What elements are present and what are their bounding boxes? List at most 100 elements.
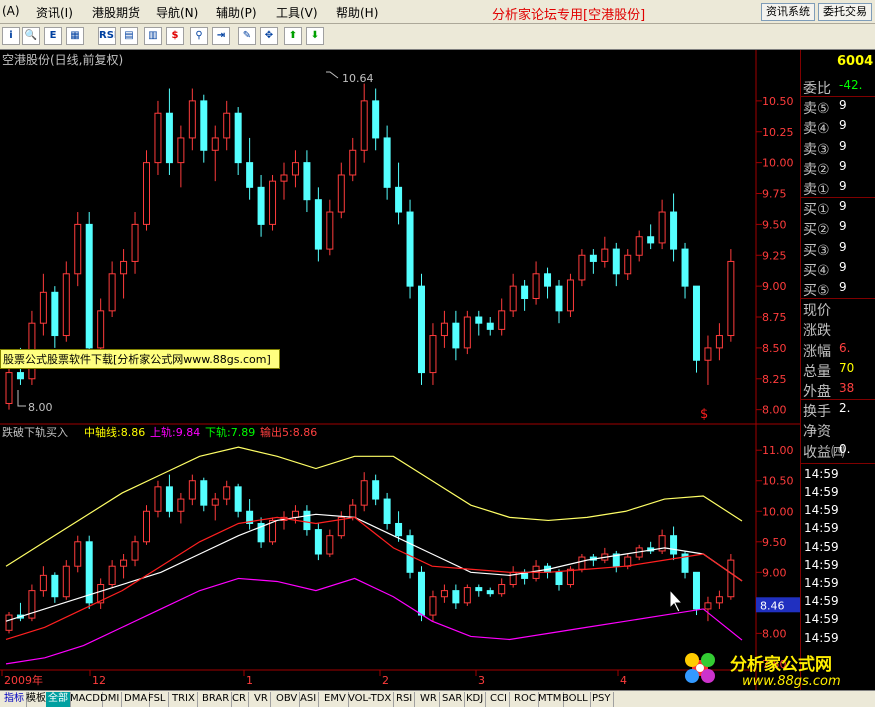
indicator-label: 下轨:7.89	[205, 425, 255, 439]
quote-row: 现价	[801, 299, 875, 319]
ad-banner[interactable]: 股票公式股票软件下载[分析家公式网www.88gs.com]	[0, 349, 280, 369]
menu-item-tools[interactable]: 工具(V)	[276, 4, 318, 21]
quote-label: 卖②	[803, 161, 830, 178]
tab-brar[interactable]: BRAR	[200, 692, 233, 707]
logo-text: 分析家公式网	[730, 654, 832, 675]
quote-value: 38	[839, 381, 855, 395]
price-tick: 9.75	[762, 188, 787, 201]
quote-value: 9	[839, 239, 847, 254]
info-icon[interactable]: i	[2, 27, 20, 45]
quote-value: 9	[839, 199, 847, 214]
quote-label: 买③	[803, 242, 830, 259]
chart-icon[interactable]: ▤	[120, 27, 138, 45]
quote-label: 卖①	[803, 182, 830, 198]
tab-boll[interactable]: BOLL	[560, 692, 591, 707]
price-tick: 9.00	[762, 566, 787, 579]
tab-roc[interactable]: ROC	[512, 692, 539, 707]
up-arrow-icon[interactable]: ⬆	[284, 27, 302, 45]
rsi-icon[interactable]: RSI	[98, 27, 116, 45]
quote-value: 9	[839, 118, 847, 133]
money-marker-icon: $	[700, 407, 708, 422]
money-icon[interactable]: $	[166, 27, 184, 45]
tab-sar[interactable]: SAR	[440, 692, 466, 707]
menu-item-hk-futures[interactable]: 港股期货	[92, 4, 140, 21]
flower-logo-icon	[685, 653, 715, 683]
candle-main	[463, 310, 471, 355]
menu-bar: (A) 资讯(I) 港股期货 导航(N) 辅助(P) 工具(V) 帮助(H) 分…	[0, 0, 875, 24]
kline-chart[interactable]: 空港股份(日线,前复权) 10.64 8.00 $ 跌破下轨买入 中轴线:8.86 上轨:9…	[0, 50, 800, 690]
tab-rsi[interactable]: RSI	[394, 692, 416, 707]
db-icon[interactable]: ▥	[144, 27, 162, 45]
edit-icon[interactable]: E	[44, 27, 62, 45]
link-icon[interactable]: ⚲	[190, 27, 208, 45]
chart-title: 空港股份(日线,前复权)	[2, 52, 123, 67]
quote-row: 收益㈣ 0.	[801, 441, 875, 461]
quote-row: 涨跌	[801, 319, 875, 339]
date-tick: 2	[382, 674, 389, 687]
quote-label: 委比	[803, 81, 831, 97]
tab-trix[interactable]: TRIX	[170, 692, 198, 707]
tab-vr[interactable]: VR	[252, 692, 271, 707]
tick-time: 14:59	[804, 612, 839, 627]
zoom-icon[interactable]: 🔍	[22, 27, 40, 45]
quote-label: 买⑤	[803, 283, 830, 299]
candle-sub	[85, 535, 93, 609]
candle-sub	[727, 554, 735, 600]
grid-icon[interactable]: ▦	[66, 27, 84, 45]
trade-button[interactable]: 委托交易	[818, 3, 872, 21]
logo: 分析家公式网 www.88gs.com	[685, 653, 841, 689]
move-icon[interactable]: ✥	[260, 27, 278, 45]
menu-item-info[interactable]: 资讯(I)	[36, 4, 73, 21]
export-icon[interactable]: ⇥	[212, 27, 230, 45]
quote-row: 卖⑤ 9	[801, 97, 875, 117]
quote-value: 9	[839, 179, 847, 193]
tick-time: 14:59	[804, 466, 839, 481]
indicator-label: 输出5:8.86	[260, 425, 317, 439]
down-arrow-icon[interactable]: ⬇	[306, 27, 324, 45]
tab-vol-tdx[interactable]: VOL-TDX	[346, 692, 395, 707]
tab-asi[interactable]: ASI	[298, 692, 320, 707]
price-tick: 9.50	[762, 218, 787, 231]
menu-item-a[interactable]: (A)	[2, 4, 20, 18]
candle-sub	[406, 529, 414, 579]
quote-label: 总量	[803, 363, 831, 380]
quote-row: 卖④ 9	[801, 117, 875, 137]
low-label: 8.00	[28, 401, 53, 414]
quote-value: 0.	[839, 441, 851, 456]
tab-emv[interactable]: EMV	[322, 692, 349, 707]
candle-main	[5, 366, 13, 410]
tab-obv[interactable]: OBV	[274, 692, 301, 707]
tab-wr[interactable]: WR	[418, 692, 440, 707]
price-tick: 8.50	[762, 342, 787, 355]
candle-sub	[62, 560, 70, 600]
quote-row: 卖③ 9	[801, 138, 875, 158]
tab-fsl[interactable]: FSL	[146, 692, 169, 707]
candle-sub	[142, 505, 150, 545]
tab-kdj[interactable]: KDJ	[464, 692, 487, 707]
tab-dmi[interactable]: DMI	[98, 692, 123, 707]
pen-icon[interactable]: ✎	[238, 27, 256, 45]
menu-item-assist[interactable]: 辅助(P)	[216, 4, 257, 21]
candle-main	[566, 273, 574, 318]
price-tick: 8.75	[762, 311, 787, 324]
quote-value: 2.	[839, 401, 851, 416]
tab-psy[interactable]: PSY	[590, 692, 614, 707]
info-system-button[interactable]: 资讯系统	[761, 3, 815, 21]
price-tick: 8.00	[762, 627, 787, 640]
tick-time: 14:59	[804, 503, 839, 518]
candle-sub	[692, 571, 700, 616]
quote-label: 卖④	[803, 121, 830, 138]
menu-item-help[interactable]: 帮助(H)	[336, 4, 378, 21]
menu-item-navigate[interactable]: 导航(N)	[156, 4, 198, 21]
tab-cci[interactable]: CCI	[488, 692, 510, 707]
quote-value: 6.	[839, 340, 851, 355]
candle-main	[269, 174, 277, 231]
quote-value: 9	[839, 280, 847, 294]
quote-row: 委比 -42.	[801, 77, 875, 97]
tab-cr[interactable]: CR	[230, 692, 249, 707]
tick-time: 14:59	[804, 557, 839, 572]
quote-row: 涨幅 6.	[801, 340, 875, 360]
candle-main	[727, 249, 735, 342]
quote-label: 换手	[803, 404, 831, 421]
price-tick: 9.00	[762, 280, 787, 293]
